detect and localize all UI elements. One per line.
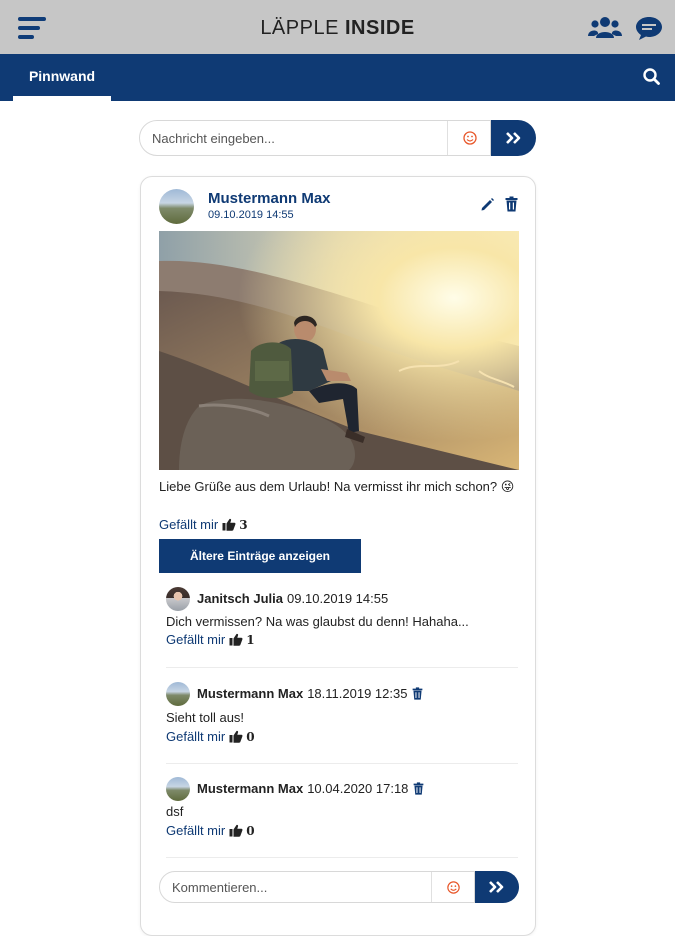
like-count: 0 (246, 823, 255, 838)
comment-text: Dich vermissen? Na was glaubst du denn! … (166, 614, 469, 629)
brand-bold-text: INSIDE (344, 17, 415, 39)
comment-input[interactable] (159, 871, 475, 903)
send-double-chevron-icon (489, 881, 504, 893)
trash-icon[interactable] (413, 782, 424, 795)
comment-composer (159, 871, 519, 903)
brand-light-text: LÄPPLE (260, 17, 345, 39)
message-input[interactable] (139, 120, 491, 156)
send-button[interactable] (475, 871, 519, 903)
comment-item: Mustermann Max 18.11.2019 12:35 Sieht to… (166, 682, 518, 748)
post-text: Liebe Grüße aus dem Urlaub! Na vermisst … (159, 479, 515, 494)
avatar[interactable] (166, 587, 190, 611)
like-link[interactable]: Gefällt mir (166, 729, 225, 744)
message-composer (139, 120, 536, 156)
tab-pinnwand[interactable]: Pinnwand (13, 54, 111, 101)
trash-icon[interactable] (412, 687, 423, 700)
like-link[interactable]: Gefällt mir (166, 632, 225, 647)
comment-text: Sieht toll aus! (166, 710, 245, 725)
emoji-icon (447, 880, 460, 894)
comment-header: Mustermann Max 10.04.2020 17:18 (197, 781, 424, 796)
comment-date: 09.10.2019 14:55 (286, 591, 389, 606)
post-photo[interactable] (159, 231, 519, 470)
trash-icon[interactable] (505, 196, 518, 212)
comment-author[interactable]: Mustermann Max (197, 686, 303, 701)
comment-item: Janitsch Julia 09.10.2019 14:55 Dich ver… (166, 587, 518, 653)
thumbs-up-icon[interactable] (222, 518, 236, 531)
send-button[interactable] (491, 120, 536, 156)
like-count: 0 (246, 729, 255, 744)
comment-like-row: Gefällt mir 0 (166, 729, 255, 744)
comment-header: Mustermann Max 18.11.2019 12:35 (197, 686, 423, 701)
nav-bar: Pinnwand (0, 54, 675, 101)
comment-divider (166, 667, 518, 668)
emoji-icon (462, 131, 477, 145)
avatar[interactable] (159, 189, 194, 224)
thumbs-up-icon[interactable] (229, 633, 243, 646)
emoji-button[interactable] (431, 872, 475, 902)
thumbs-up-icon[interactable] (229, 730, 243, 743)
app-logo: LÄPPLE INSIDE (0, 17, 675, 40)
like-count: 3 (239, 517, 248, 532)
avatar[interactable] (166, 777, 190, 801)
like-count: 1 (246, 632, 255, 647)
like-link[interactable]: Gefällt mir (166, 823, 225, 838)
older-entries-button[interactable]: Ältere Einträge anzeigen (159, 539, 361, 573)
comment-like-row: Gefällt mir 0 (166, 823, 255, 838)
edit-pencil-icon[interactable] (480, 197, 495, 212)
thumbs-up-icon[interactable] (229, 824, 243, 837)
comment-date: 18.11.2019 12:35 (307, 686, 408, 701)
post-date: 09.10.2019 14:55 (208, 209, 294, 221)
send-double-chevron-icon (505, 132, 520, 144)
comment-divider (166, 857, 518, 858)
comment-text: dsf (166, 804, 184, 819)
post-card: Mustermann Max 09.10.2019 14:55 Liebe Gr… (140, 176, 536, 936)
app-header: LÄPPLE INSIDE (0, 0, 675, 54)
emoji-button[interactable] (447, 121, 491, 155)
users-group-icon[interactable] (588, 14, 622, 42)
chat-bubble-icon[interactable] (634, 14, 668, 42)
search-icon[interactable] (641, 66, 663, 88)
comment-item: Mustermann Max 10.04.2020 17:18 dsf Gefä… (166, 777, 518, 843)
comment-date: 10.04.2020 17:18 (307, 781, 409, 796)
post-author[interactable]: Mustermann Max (208, 190, 331, 207)
tab-label: Pinnwand (28, 68, 96, 84)
comment-author[interactable]: Mustermann Max (197, 781, 303, 796)
like-link[interactable]: Gefällt mir (159, 517, 218, 532)
comment-like-row: Gefällt mir 1 (166, 632, 255, 647)
post-like-row: Gefällt mir 3 (159, 517, 248, 532)
avatar[interactable] (166, 682, 190, 706)
comment-header: Janitsch Julia 09.10.2019 14:55 (197, 591, 388, 606)
comment-divider (166, 763, 518, 764)
comment-author[interactable]: Janitsch Julia (197, 591, 283, 606)
